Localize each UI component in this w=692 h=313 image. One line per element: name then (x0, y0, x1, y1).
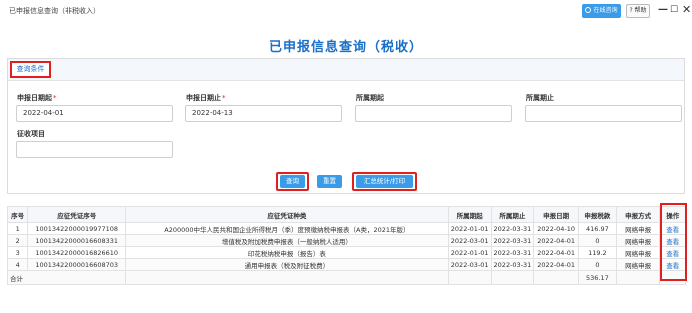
table-cell: 网络申报 (615, 222, 661, 235)
table-cell: 2022-03-31 (490, 234, 535, 247)
table-cell (125, 270, 449, 285)
table-cell: 119.2 (578, 246, 617, 259)
table-cell: 10013422000016608703 (27, 258, 127, 271)
period-start-label: 所属期起 (356, 94, 384, 102)
table-cell (447, 270, 492, 285)
table-cell: 2022-04-01 (533, 234, 580, 247)
table-header-row: 序号 应征凭证序号 应征凭证种类 所属期起 所属期止 申报日期 申报税款 申报方… (6, 206, 686, 223)
table-cell: 2022-03-31 (490, 258, 535, 271)
apply-date-end-input[interactable]: 2022-04-13 (185, 105, 342, 122)
column-header: 应征凭证序号 (27, 206, 127, 223)
summary-row: 合计 536.17 (6, 270, 686, 285)
table-cell: 2022-04-10 (533, 222, 580, 235)
column-header: 申报税款 (578, 206, 617, 223)
table-cell: 2022-04-01 (533, 258, 580, 271)
column-header: 申报方式 (615, 206, 661, 223)
table-cell: 0 (578, 234, 617, 247)
period-start-input[interactable] (355, 105, 512, 122)
table-row: 3 10013422000016826610 印花税纳税申报（报告）表 2022… (6, 246, 686, 259)
table-cell: 10013422000019977108 (27, 222, 127, 235)
online-service-label: 在线咨询 (593, 7, 618, 14)
table-cell: 网络申报 (615, 258, 661, 271)
column-header: 所属期止 (490, 206, 535, 223)
table-cell (533, 270, 580, 285)
table-cell: 2022-01-01 (447, 222, 492, 235)
column-header: 所属期起 (447, 206, 492, 223)
chat-icon (585, 7, 592, 13)
results-table: 序号 应征凭证序号 应征凭证种类 所属期起 所属期止 申报日期 申报税款 申报方… (6, 206, 686, 285)
summary-print-button[interactable]: 汇总统计/打印 (356, 175, 413, 188)
table-cell (615, 270, 661, 285)
close-icon[interactable]: ✕ (682, 3, 691, 17)
query-conditions-tab[interactable]: 查询条件 (10, 61, 51, 78)
column-header: 应征凭证种类 (125, 206, 449, 223)
table-cell: 2022-03-01 (447, 258, 492, 271)
table-cell (490, 270, 535, 285)
table-cell: 0 (578, 258, 617, 271)
maximize-icon[interactable]: ☐ (670, 3, 678, 17)
apply-date-start-label: 申报日期起* (17, 94, 57, 102)
query-button[interactable]: 查询 (280, 175, 305, 188)
table-cell: 网络申报 (615, 246, 661, 259)
column-header: 序号 (6, 206, 29, 223)
period-end-input[interactable] (525, 105, 682, 122)
table-cell: 2 (6, 234, 29, 247)
table-cell: 416.97 (578, 222, 617, 235)
table-cell: 通用申报表（税及附征税费） (125, 258, 449, 271)
table-cell: 1 (6, 222, 29, 235)
table-row: 2 10013422000016608331 增值税及附加税费申报表（一般纳税人… (6, 234, 686, 247)
table-cell: 2022-03-31 (490, 222, 535, 235)
reset-button[interactable]: 重置 (317, 175, 342, 188)
period-end-label: 所属期止 (526, 94, 554, 102)
table-cell: 3 (6, 246, 29, 259)
table-cell: 10013422000016826610 (27, 246, 127, 259)
minimize-icon[interactable]: — (658, 3, 668, 17)
column-header: 申报日期 (533, 206, 580, 223)
tax-item-label: 征收项目 (17, 130, 45, 138)
table-row: 4 10013422000016608703 通用申报表（税及附征税费） 202… (6, 258, 686, 271)
summary-label: 合计 (6, 270, 127, 285)
table-cell: 印花税纳税申报（报告）表 (125, 246, 449, 259)
online-service-button[interactable]: 在线咨询 (582, 4, 621, 18)
operation-column-highlight (660, 203, 687, 281)
table-cell: 4 (6, 258, 29, 271)
query-panel: 查询条件 申报日期起* 2022-04-01 申报日期止* 2022-04-13… (7, 58, 685, 194)
table-cell: 2022-03-31 (490, 246, 535, 259)
table-cell: 2022-01-01 (447, 246, 492, 259)
help-button[interactable]: ? 帮助 (626, 4, 650, 18)
page-title: 已申报信息查询（税收） (268, 40, 423, 55)
table-cell: 2022-03-01 (447, 234, 492, 247)
window-title: 已申报信息查询（非税收入） (9, 7, 100, 15)
table-cell: 2022-04-01 (533, 246, 580, 259)
table-cell: 网络申报 (615, 234, 661, 247)
table-cell: 增值税及附加税费申报表（一般纳税人适用） (125, 234, 449, 247)
table-row: 1 10013422000019977108 A200000中华人民共和国企业所… (6, 222, 686, 235)
required-mark: * (222, 94, 226, 102)
table-cell: A200000中华人民共和国企业所得税月（季）度预缴纳税申报表（A类，2021年… (125, 222, 449, 235)
apply-date-start-input[interactable]: 2022-04-01 (16, 105, 173, 122)
apply-date-end-label: 申报日期止* (186, 94, 226, 102)
required-mark: * (53, 94, 57, 102)
query-panel-header: 查询条件 (8, 59, 684, 81)
tax-item-select[interactable] (16, 141, 173, 158)
summary-total: 536.17 (578, 270, 617, 285)
window-title-bar: 已申报信息查询（非税收入） 在线咨询 ? 帮助 — ☐ ✕ (0, 0, 692, 22)
table-cell: 10013422000016608331 (27, 234, 127, 247)
